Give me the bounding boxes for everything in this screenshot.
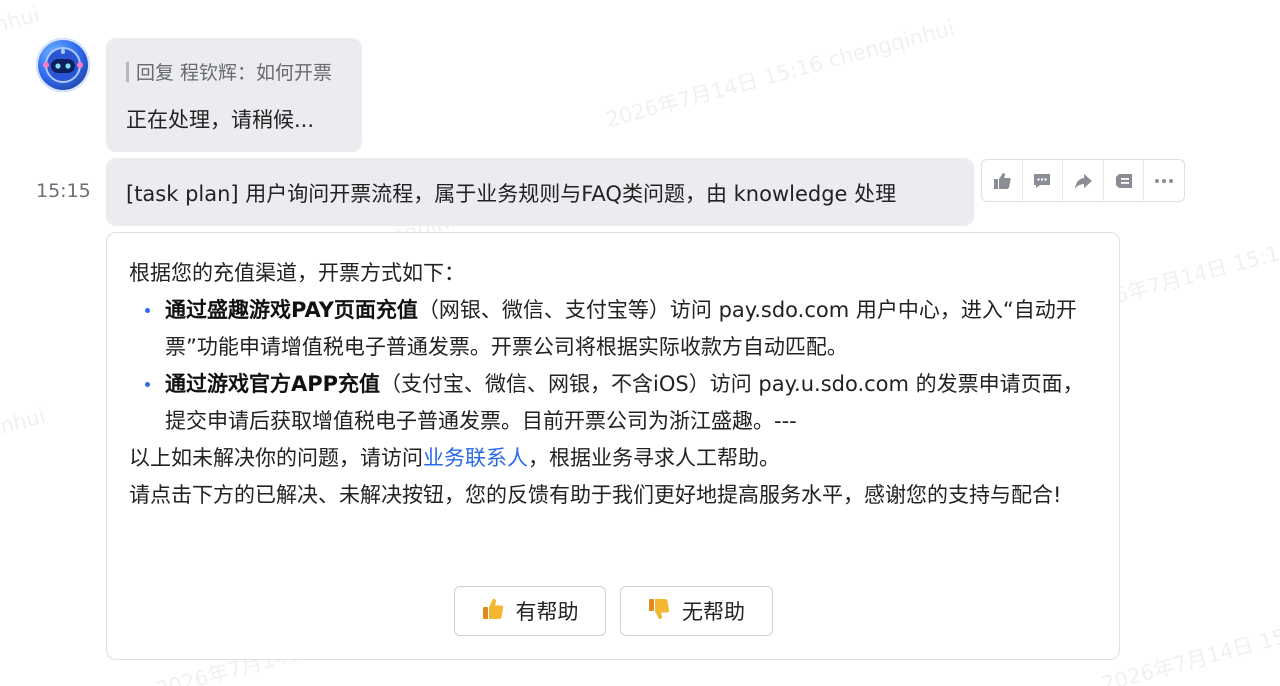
- robot-icon: [43, 47, 83, 83]
- feedback-prompt: 请点击下方的已解决、未解决按钮，您的反馈有助于我们更好地提高服务水平，感谢您的支…: [129, 483, 1062, 507]
- thumbs-down-icon: [648, 597, 670, 626]
- task-plan-text: [task plan] 用户询问开票流程，属于业务规则与FAQ类问题，由 kno…: [126, 182, 897, 206]
- comment-icon: [1034, 173, 1051, 188]
- answer-bullet-list: 通过盛趣游戏PAY页面充值（网银、微信、支付宝等）访问 pay.sdo.com …: [129, 292, 1095, 440]
- quote-icon: [1115, 173, 1132, 188]
- processing-text: 正在处理，请稍候...: [126, 108, 315, 132]
- list-item: 通过游戏官方APP充值（支付宝、微信、网银，不含iOS）访问 pay.u.sdo…: [129, 366, 1095, 440]
- task-plan-bubble: [task plan] 用户询问开票流程，属于业务规则与FAQ类问题，由 kno…: [106, 158, 974, 226]
- watermark: inhui: [0, 403, 48, 441]
- more-icon: [1155, 178, 1174, 183]
- bullet-dot: [145, 382, 150, 387]
- quoted-message[interactable]: 回复 程钦辉：如何开票: [136, 58, 332, 85]
- comment-button[interactable]: [1023, 160, 1064, 201]
- message-timestamp: 15:15: [36, 180, 91, 202]
- helpful-button[interactable]: 有帮助: [454, 586, 606, 636]
- thumbs-up-icon: [993, 172, 1011, 189]
- bullet-title: 通过游戏官方APP充值: [165, 372, 381, 396]
- bullet-dot: [145, 308, 150, 313]
- contact-prefix: 以上如未解决你的问题，请访问: [129, 446, 423, 470]
- bullet-title: 通过盛趣游戏PAY页面充值: [165, 298, 418, 322]
- watermark: 2026年7月14日 15:16: [1098, 615, 1280, 686]
- contact-suffix: ，根据业务寻求人工帮助。: [528, 446, 780, 470]
- unhelpful-button[interactable]: 无帮助: [620, 586, 773, 636]
- answer-intro: 根据您的充值渠道，开票方式如下：: [129, 261, 465, 285]
- business-contact-link[interactable]: 业务联系人: [423, 446, 528, 470]
- watermark: nhui: [0, 2, 43, 38]
- answer-content: 根据您的充值渠道，开票方式如下： 通过盛趣游戏PAY页面充值（网银、微信、支付宝…: [129, 255, 1095, 514]
- bot-avatar[interactable]: [36, 38, 90, 92]
- helpful-label: 有帮助: [515, 600, 579, 624]
- more-button[interactable]: [1144, 160, 1184, 201]
- message-actions-toolbar: [981, 159, 1185, 202]
- chat-page: nhui 2026年7月14日 15:16 chengqinhui 5:16 c…: [0, 0, 1280, 686]
- reply-message-bubble: 回复 程钦辉：如何开票 正在处理，请稍候...: [106, 38, 362, 152]
- thumbs-up-icon: [482, 597, 504, 626]
- unhelpful-label: 无帮助: [682, 600, 745, 624]
- quote-bar: [126, 62, 129, 82]
- quote-button[interactable]: [1104, 160, 1145, 201]
- contact-line: 以上如未解决你的问题，请访问业务联系人，根据业务寻求人工帮助。: [129, 440, 1095, 477]
- share-button[interactable]: [1063, 160, 1104, 201]
- watermark: 2026年7月14日 15:16 chengqinhui: [603, 15, 957, 133]
- answer-card: 根据您的充值渠道，开票方式如下： 通过盛趣游戏PAY页面充值（网银、微信、支付宝…: [106, 232, 1120, 660]
- list-item: 通过盛趣游戏PAY页面充值（网银、微信、支付宝等）访问 pay.sdo.com …: [129, 292, 1095, 366]
- like-button[interactable]: [982, 160, 1023, 201]
- share-icon: [1074, 173, 1092, 189]
